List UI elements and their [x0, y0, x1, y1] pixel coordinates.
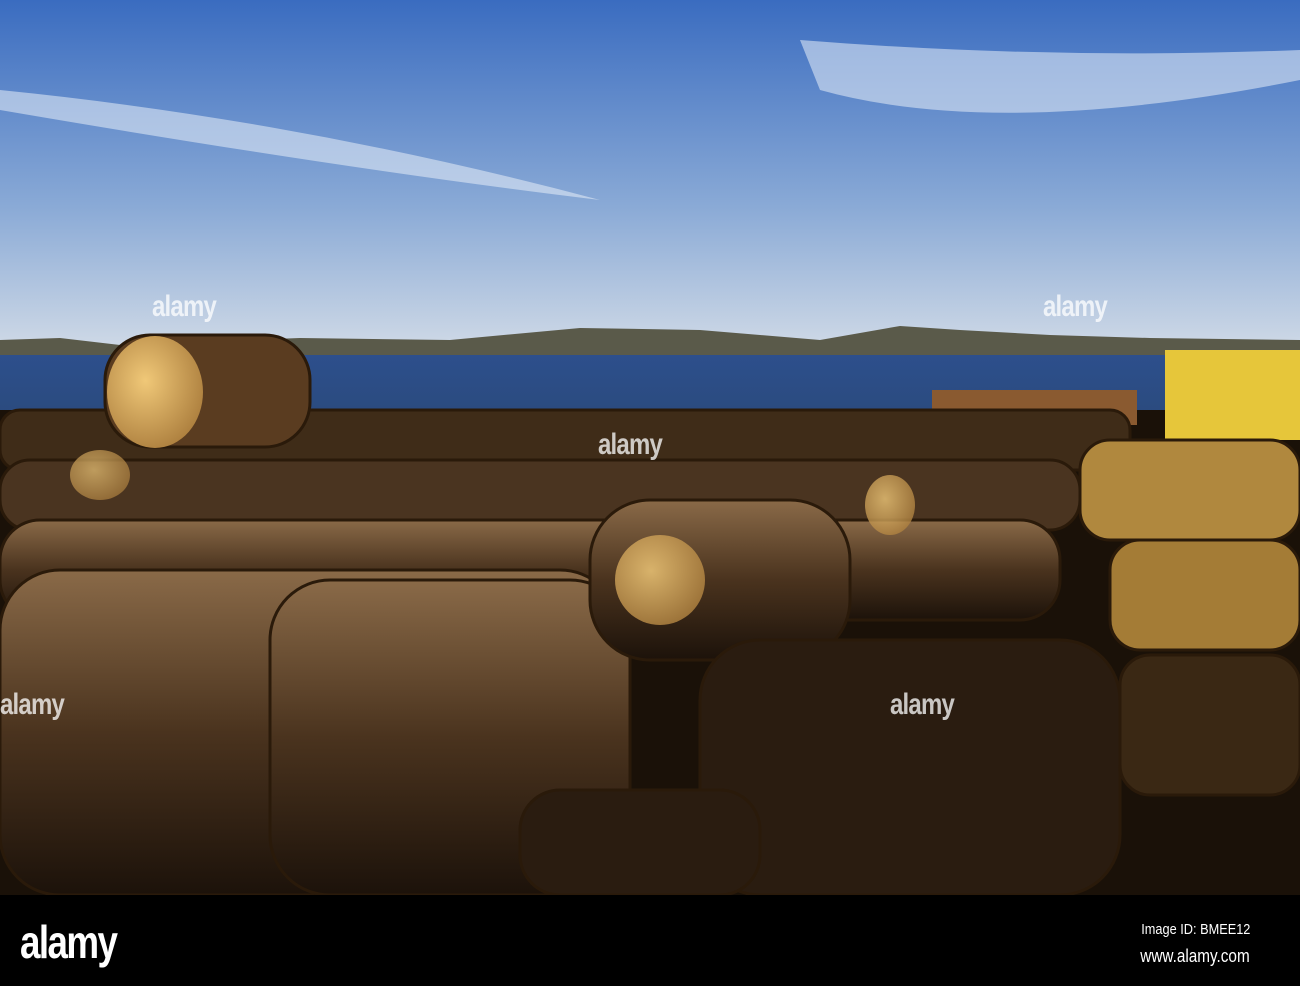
image-id: Image ID: BMEE12 [1140, 921, 1250, 938]
barrel-end-lit [615, 535, 705, 625]
stock-photo-frame: alamy alamy alamy alamy alamy alamy Imag… [0, 0, 1300, 986]
watermark: alamy [598, 428, 663, 461]
website-link[interactable]: www.alamy.com [1141, 946, 1250, 967]
barrel-end-lit [70, 450, 130, 500]
footer-bar: alamy Image ID: BMEE12 www.alamy.com [0, 895, 1300, 986]
barrel-end-lit [865, 475, 915, 535]
watermark: alamy [152, 290, 217, 323]
watermark: alamy [1043, 290, 1108, 323]
yellow-crate [1165, 350, 1300, 440]
watermark: alamy [0, 688, 65, 721]
alamy-logo: alamy [20, 916, 118, 968]
watermark: alamy [890, 688, 955, 721]
barrel-end-lit [107, 336, 203, 448]
